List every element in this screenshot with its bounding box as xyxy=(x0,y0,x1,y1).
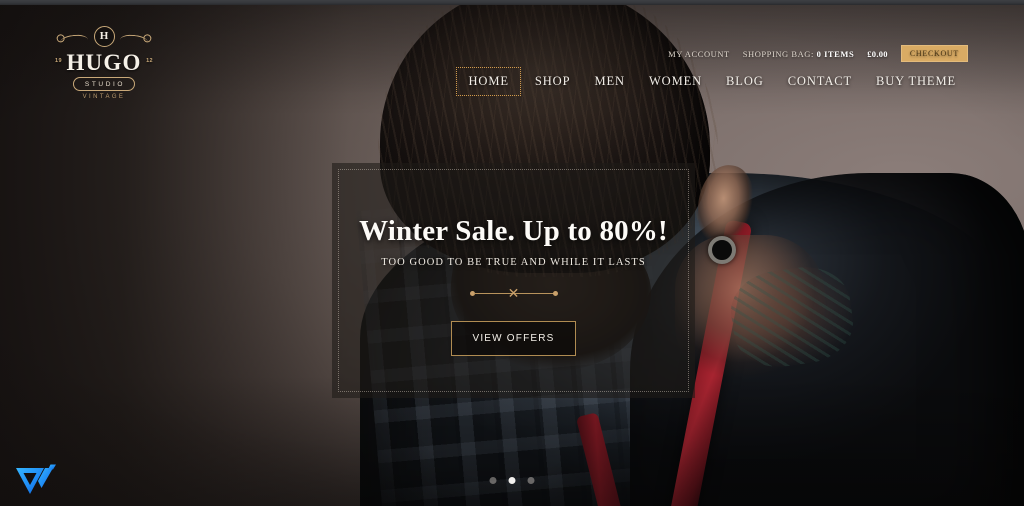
nav-item-shop[interactable]: SHOP xyxy=(523,68,583,95)
carousel-dot-1[interactable] xyxy=(489,477,497,484)
nav-item-buy-theme[interactable]: BUY THEME xyxy=(864,68,968,95)
hero-subtitle: TOO GOOD TO BE TRUE AND WHILE IT LASTS xyxy=(381,257,646,268)
carousel-pagination xyxy=(489,477,535,484)
logo-year-right: 12 xyxy=(146,58,153,64)
logo-flourish-right-icon xyxy=(119,33,149,49)
shopping-bag-price: £0.00 xyxy=(867,48,888,59)
logo-vintage-text: VINTAGE xyxy=(82,94,126,101)
utility-bar: MY ACCOUNT SHOPPING BAG: 0 ITEMS £0.00 C… xyxy=(668,45,968,62)
shopping-bag-summary[interactable]: SHOPPING BAG: 0 ITEMS xyxy=(743,49,854,59)
hero-content-box: Winter Sale. Up to 80%! TOO GOOD TO BE T… xyxy=(332,163,695,398)
hero-content-inner: Winter Sale. Up to 80%! TOO GOOD TO BE T… xyxy=(338,169,689,392)
shopping-bag-count: 0 ITEMS xyxy=(816,48,855,59)
site-logo[interactable]: H 19 HUGO 12 STUDIO VINTAGE xyxy=(55,23,153,103)
carousel-dot-3[interactable] xyxy=(527,477,535,484)
logo-brand-text: HUGO xyxy=(66,50,142,75)
hero-slider: H 19 HUGO 12 STUDIO VINTAGE MY ACCOUNT S… xyxy=(0,5,1024,506)
checkout-button[interactable]: CHECKOUT xyxy=(900,45,968,62)
logo-crest: H xyxy=(58,23,150,49)
divider-cross-icon: ✕ xyxy=(507,285,520,301)
nav-item-blog[interactable]: BLOG xyxy=(714,68,776,95)
hero-title: Winter Sale. Up to 80%! xyxy=(359,215,668,247)
nav-item-women[interactable]: WOMEN xyxy=(637,68,714,95)
vi-watermark-logo[interactable] xyxy=(14,464,58,498)
nav-item-home[interactable]: HOME xyxy=(456,67,521,96)
nav-item-contact[interactable]: CONTACT xyxy=(776,68,864,95)
hero-divider-ornament: ✕ xyxy=(469,285,558,301)
divider-dot-right-icon xyxy=(552,290,558,296)
main-navigation: HOME SHOP MEN WOMEN BLOG CONTACT BUY THEME xyxy=(456,67,968,96)
logo-wordmark: 19 HUGO 12 xyxy=(55,50,153,75)
shopping-bag-label: SHOPPING BAG: xyxy=(742,48,814,59)
carousel-dot-2[interactable] xyxy=(508,477,516,484)
vi-logo-icon xyxy=(16,464,56,494)
logo-studio-badge: STUDIO xyxy=(73,77,135,92)
view-offers-button[interactable]: VIEW OFFERS xyxy=(451,321,576,356)
logo-flourish-left-icon xyxy=(59,33,89,49)
logo-year-left: 19 xyxy=(55,58,62,64)
logo-monogram: H xyxy=(93,25,115,47)
nav-item-men[interactable]: MEN xyxy=(582,68,636,95)
my-account-link[interactable]: MY ACCOUNT xyxy=(668,49,730,59)
